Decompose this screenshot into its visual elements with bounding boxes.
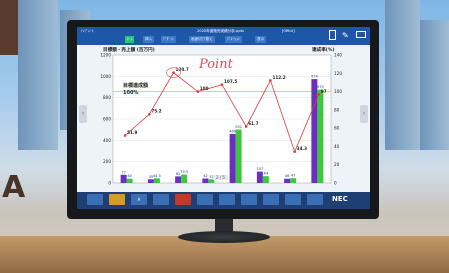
bar-data-label: 79.5 (180, 170, 188, 174)
y2-tick-label: 20 (334, 162, 340, 167)
y-tick-label: 200 (103, 159, 111, 164)
chart-subtitle-percent: 100% (123, 90, 139, 96)
chart-title: 目標額・売上額 (百万円) (103, 48, 155, 53)
y-tick-label: 400 (103, 138, 111, 143)
y-tick-label: 800 (103, 95, 111, 100)
monitor-icon[interactable] (356, 31, 366, 38)
bar (229, 133, 236, 183)
tool-button-4[interactable] (153, 194, 169, 205)
file-icon[interactable] (329, 30, 336, 40)
bar-data-label: 501 (235, 125, 242, 129)
left-menu[interactable]: ﾃﾝﾌﾟﾚｰﾄ (81, 29, 94, 34)
bar (290, 178, 297, 183)
bar (181, 174, 188, 183)
handwritten-annotation: Point (199, 57, 233, 72)
bar-data-label: 44.5 (153, 174, 161, 178)
bar-data-label: 64 (264, 172, 269, 176)
bar-data-label: 107 (256, 167, 263, 171)
line-data-label: 107.5 (224, 79, 237, 84)
tool-button-3[interactable]: A (131, 194, 147, 205)
line-point (123, 134, 127, 137)
line-point (317, 93, 321, 96)
line-point (172, 71, 175, 74)
building-4 (420, 20, 449, 150)
line-point (220, 83, 224, 87)
tool-button-9[interactable] (263, 194, 279, 205)
tab-insert[interactable]: 挿入 (143, 36, 155, 43)
line-point (148, 112, 151, 116)
line-data-label: 120.7 (176, 67, 189, 72)
window-title: 2020年度販売実績分析.pptx (197, 29, 245, 33)
y-tick-label: 600 (103, 117, 111, 122)
nec-logo: NEC (332, 195, 348, 203)
bar-data-label: 46 (285, 174, 290, 178)
tab-transition[interactable]: 画面切り替え (189, 36, 215, 43)
bar (262, 176, 269, 183)
line-point (244, 125, 248, 128)
line-data-label: 61.7 (248, 121, 258, 126)
tool-button-11[interactable] (307, 194, 323, 205)
building-3 (385, 0, 420, 150)
bar-data-label: 47 (291, 174, 296, 178)
tab-view[interactable]: 表示 (255, 36, 267, 43)
bar-data-label: 40 (127, 174, 132, 178)
tool-button-7[interactable] (219, 194, 235, 205)
y-tick-label: 1200 (100, 53, 111, 58)
bar (317, 89, 324, 183)
tool-button-6[interactable] (197, 194, 213, 205)
y2-tick-label: 120 (334, 71, 342, 76)
bar (120, 174, 127, 183)
wall-panel (0, 0, 18, 55)
decorative-letter: A (2, 170, 26, 205)
line-data-label: 97 (321, 89, 327, 94)
window-badge: [Office] (282, 29, 295, 33)
bar-data-label: 42 (203, 174, 208, 178)
y2-tick-label: 40 (334, 144, 340, 149)
pen-icon[interactable]: ✎ (342, 31, 349, 40)
bar-data-label: 974 (311, 75, 319, 79)
building-1 (18, 0, 58, 150)
line-point (269, 79, 272, 82)
bar (311, 79, 318, 183)
line-point (293, 150, 296, 153)
line-data-label: 112.2 (272, 75, 285, 80)
tab-home[interactable]: ﾎｰﾑ (125, 36, 135, 43)
y-tick-label: 0 (108, 181, 111, 186)
y2-tick-label: 80 (334, 107, 340, 112)
y2-tick-label: 60 (334, 126, 340, 131)
line-data-label: 100 (200, 86, 209, 91)
tab-animation[interactable]: ｱﾆﾒｰｼｮﾝ (225, 36, 242, 43)
y2-axis-label: 達成率(%) (312, 48, 335, 53)
bar (147, 179, 154, 183)
tool-button-2[interactable] (109, 194, 125, 205)
screen: ﾃﾝﾌﾟﾚｰﾄ 2020年度販売実績分析.pptx [Office] ﾎｰﾑ 挿… (77, 27, 370, 209)
bar (153, 178, 160, 183)
bottom-toolbar: A NEC (77, 192, 370, 209)
tool-button-10[interactable] (285, 194, 301, 205)
y2-tick-label: 0 (334, 181, 337, 186)
monitor-stand (178, 231, 270, 243)
line-data-label: 34.3 (297, 146, 307, 151)
bar (202, 178, 209, 183)
bar (256, 171, 263, 183)
bar (235, 129, 242, 183)
line-data-label: 51.9 (127, 130, 137, 135)
tool-button-5[interactable] (175, 194, 191, 205)
page-indicator: 2 / 5 (213, 175, 228, 180)
bar-data-label: 77 (121, 170, 126, 174)
line-point (196, 90, 200, 93)
chart-subtitle: 目標達成額 (123, 83, 149, 89)
bar (126, 178, 133, 183)
line-data-label: 75.2 (151, 109, 161, 114)
tool-button-8[interactable] (241, 194, 257, 205)
y-tick-label: 1000 (100, 74, 111, 79)
tab-design[interactable]: ﾃﾞｻﾞｲﾝ (161, 36, 176, 43)
y2-tick-label: 140 (334, 53, 342, 58)
tool-button-1[interactable] (87, 194, 103, 205)
bar (175, 176, 182, 183)
bar (284, 178, 291, 183)
y2-tick-label: 100 (334, 89, 342, 94)
